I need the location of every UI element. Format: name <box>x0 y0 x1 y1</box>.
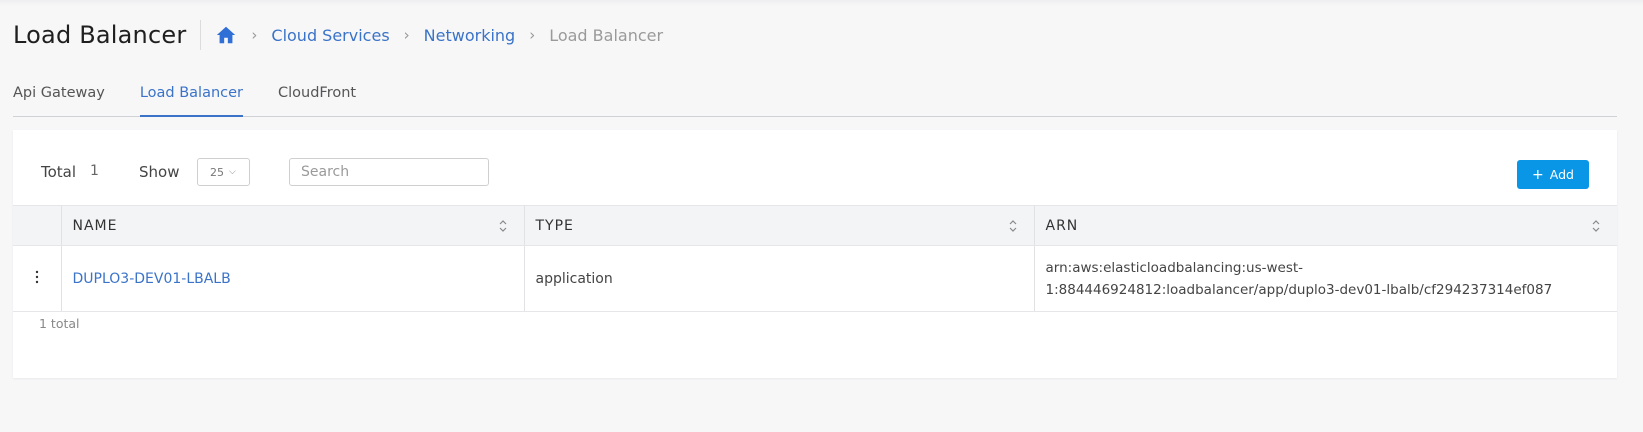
chevron-right-icon: › <box>403 26 410 44</box>
arn-line-2: 1:884446924812:loadbalancer/app/duplo3-d… <box>1045 281 1553 298</box>
total-count: 1 <box>90 163 99 179</box>
column-header-type[interactable]: TYPE <box>524 205 1035 246</box>
cell-name: DUPLO3-DEV01-LBALB <box>61 245 525 312</box>
chevron-right-icon: › <box>529 26 536 44</box>
page-title: Load Balancer <box>13 21 187 49</box>
chevron-right-icon: › <box>251 26 258 44</box>
cell-type: application <box>524 245 1035 312</box>
column-header-arn-label: ARN <box>1045 217 1079 234</box>
cell-arn: arn:aws:elasticloadbalancing:us-west- 1:… <box>1034 245 1617 312</box>
breadcrumb-current: Load Balancer <box>549 25 664 45</box>
page-size-value: 25 <box>210 165 224 179</box>
header-divider <box>200 20 202 50</box>
tab-load-balancer[interactable]: Load Balancer <box>139 80 244 117</box>
tab-bar: Api Gateway Load Balancer CloudFront <box>13 80 1617 117</box>
table-row: DUPLO3-DEV01-LBALB application arn:aws:e… <box>13 245 1617 312</box>
show-label: Show <box>139 163 180 181</box>
column-header-arn[interactable]: ARN <box>1034 205 1617 246</box>
top-bar <box>0 0 1643 6</box>
arn-line-1: arn:aws:elasticloadbalancing:us-west- <box>1045 259 1304 276</box>
sort-icon[interactable] <box>1008 218 1018 234</box>
load-balancer-panel: Total 1 Show 25 ⌵ + Add NAME <box>13 130 1617 378</box>
tab-api-gateway[interactable]: Api Gateway <box>13 80 105 117</box>
sort-icon[interactable] <box>1591 218 1601 234</box>
kebab-menu-icon[interactable] <box>13 245 62 312</box>
load-balancer-table: NAME TYPE ARN DUPLO3-DEV01-LBALB applica… <box>13 205 1617 312</box>
breadcrumb-cloud-services[interactable]: Cloud Services <box>271 26 389 45</box>
breadcrumb: › Cloud Services › Networking › Load Bal… <box>215 24 663 46</box>
add-button[interactable]: + Add <box>1517 160 1589 189</box>
chevron-down-icon: ⌵ <box>229 167 236 177</box>
plus-icon: + <box>1532 166 1544 183</box>
total-label: Total <box>41 163 77 181</box>
tab-cloudfront[interactable]: CloudFront <box>278 80 356 117</box>
column-header-type-label: TYPE <box>535 217 574 234</box>
table-header-row: NAME TYPE ARN <box>13 205 1617 246</box>
load-balancer-name-link[interactable]: DUPLO3-DEV01-LBALB <box>73 271 231 287</box>
column-header-name-label: NAME <box>72 217 118 234</box>
table-footer-total: 1 total <box>39 316 80 331</box>
sort-icon[interactable] <box>498 218 508 234</box>
home-icon[interactable] <box>215 24 237 46</box>
page-size-select[interactable]: 25 ⌵ <box>197 158 250 186</box>
table-toolbar: Total 1 Show 25 ⌵ + Add <box>13 130 1617 205</box>
page-header: Load Balancer › Cloud Services › Network… <box>13 18 663 52</box>
row-actions-header <box>13 205 62 246</box>
column-header-name[interactable]: NAME <box>61 205 525 246</box>
add-button-label: Add <box>1549 167 1574 182</box>
search-input[interactable] <box>289 158 489 186</box>
breadcrumb-networking[interactable]: Networking <box>424 26 516 45</box>
